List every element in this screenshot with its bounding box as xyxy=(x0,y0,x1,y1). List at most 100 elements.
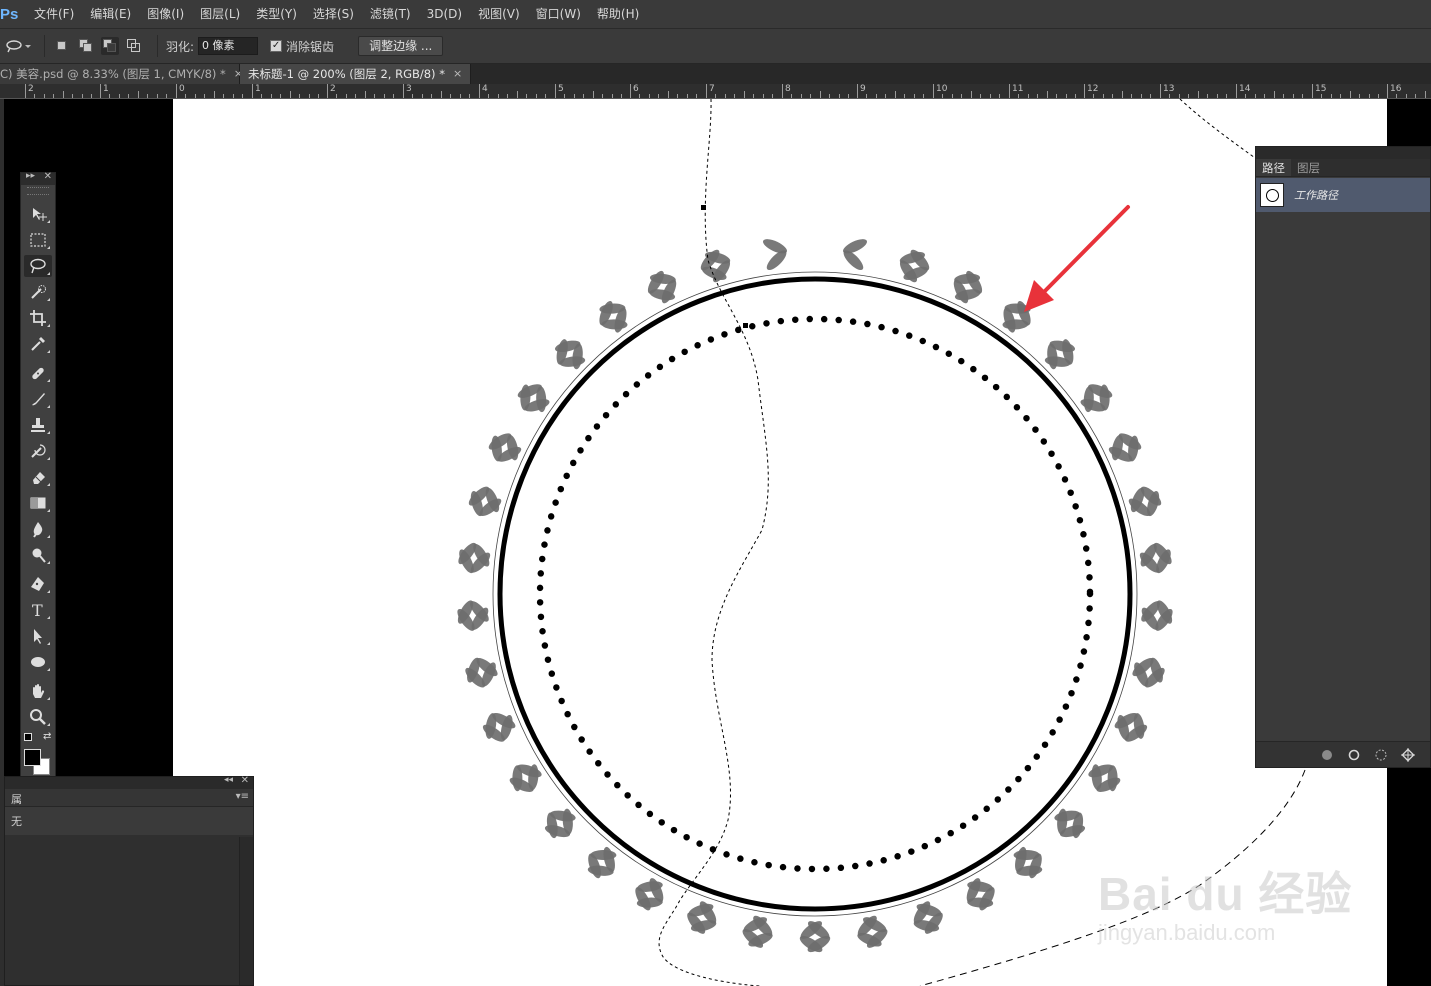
ruler-minor-tick xyxy=(1056,94,1057,98)
panel-header[interactable]: ◂◂ ✕ xyxy=(5,775,253,789)
pen-tool[interactable] xyxy=(24,573,52,595)
ruler-minor-tick xyxy=(1103,94,1104,98)
flyout-indicator xyxy=(47,668,50,671)
path-select-tool[interactable] xyxy=(24,625,52,647)
tab-properties[interactable]: 属 xyxy=(11,791,22,807)
foreground-color-swatch[interactable] xyxy=(24,749,41,766)
type-tool[interactable]: T xyxy=(24,599,52,621)
menu-item[interactable]: 图层(L) xyxy=(192,0,248,28)
healing-tool[interactable] xyxy=(24,362,52,384)
eyedropper-tool[interactable] xyxy=(24,333,52,355)
marquee-tool[interactable] xyxy=(24,229,52,251)
ruler-minor-tick xyxy=(687,94,688,98)
ruler-minor-tick xyxy=(271,94,272,98)
menu-item[interactable]: 编辑(E) xyxy=(82,0,139,28)
watermark: Bai du 经验 jingyan.baidu.com xyxy=(1098,858,1352,945)
stroke-path-icon[interactable] xyxy=(1346,747,1362,763)
doc-tab-2[interactable]: 未标题-1 @ 200% (图层 2, RGB/8) * × xyxy=(240,64,472,84)
fill-path-icon[interactable] xyxy=(1319,747,1335,763)
menu-item[interactable]: 滤镜(T) xyxy=(362,0,419,28)
ruler-label: 1 xyxy=(103,84,109,94)
lasso-tool[interactable] xyxy=(24,255,52,277)
ruler-label: 8 xyxy=(785,84,791,94)
ruler-minor-tick xyxy=(1293,94,1294,98)
panel-menu-icon[interactable]: ▾≡ xyxy=(236,791,249,802)
quick-select-tool[interactable] xyxy=(24,281,52,303)
stamp-tool[interactable] xyxy=(24,414,52,436)
eraser-tool[interactable] xyxy=(24,466,52,488)
menu-item[interactable]: 类型(Y) xyxy=(248,0,305,28)
toolbox-grip[interactable] xyxy=(27,187,49,195)
ruler-minor-tick xyxy=(214,91,215,98)
ruler-major-tick xyxy=(706,84,707,98)
hand-tool[interactable] xyxy=(24,680,52,702)
gradient-tool[interactable] xyxy=(24,492,52,514)
ruler-minor-tick xyxy=(82,94,83,98)
ruler-minor-tick xyxy=(763,94,764,98)
ruler-minor-tick xyxy=(942,94,943,98)
ruler-minor-tick xyxy=(914,94,915,98)
ruler-minor-tick xyxy=(885,94,886,98)
new-selection-button[interactable] xyxy=(53,37,71,55)
panel-header[interactable] xyxy=(1256,147,1430,159)
ellipse-tool[interactable] xyxy=(24,651,52,673)
crop-tool[interactable] xyxy=(24,307,52,329)
intersect-selection-button[interactable] xyxy=(125,37,143,55)
ruler-major-tick xyxy=(479,84,480,98)
ruler-minor-tick xyxy=(990,94,991,98)
close-icon[interactable]: ✕ xyxy=(241,775,249,786)
ruler-label: 12 xyxy=(1087,84,1099,94)
ruler-label: 2 xyxy=(330,84,336,94)
toolbox-header[interactable]: ▸▸ ✕ xyxy=(21,171,55,185)
ruler-minor-tick xyxy=(1198,91,1199,98)
doc-tab-1[interactable]: C) 美容.psd @ 8.33% (图层 1, CMYK/8) * × xyxy=(0,64,243,84)
ruler-major-tick xyxy=(327,84,328,98)
menu-item[interactable]: 窗口(W) xyxy=(528,0,589,28)
ruler-minor-tick xyxy=(147,94,148,98)
menu-item[interactable]: 文件(F) xyxy=(26,0,82,28)
ruler-minor-tick xyxy=(72,94,73,98)
ruler-minor-tick xyxy=(336,94,337,98)
ruler-minor-tick xyxy=(753,94,754,98)
menu-item[interactable]: 图像(I) xyxy=(139,0,192,28)
tool-preset-picker[interactable] xyxy=(0,31,36,61)
ruler-minor-tick xyxy=(166,94,167,98)
menu-item[interactable]: 选择(S) xyxy=(305,0,362,28)
feather-input[interactable]: 0 像素 xyxy=(198,37,259,55)
menu-item[interactable]: 3D(D) xyxy=(419,0,470,28)
antialias-checkbox[interactable]: ✓ 消除锯齿 xyxy=(270,38,334,55)
ruler-minor-tick xyxy=(952,94,953,98)
ruler-minor-tick xyxy=(138,91,139,98)
history-brush-tool[interactable] xyxy=(24,440,52,462)
path-name: 工作路径 xyxy=(1294,189,1338,202)
collapse-icon[interactable]: ◂◂ xyxy=(224,775,233,785)
load-selection-icon[interactable] xyxy=(1373,747,1389,763)
menu-item[interactable]: 帮助(H) xyxy=(589,0,647,28)
default-colors-icon[interactable] xyxy=(24,733,32,741)
brush-tool[interactable] xyxy=(24,388,52,410)
refine-edge-button[interactable]: 调整边缘 ... xyxy=(358,36,444,56)
blur-tool[interactable] xyxy=(24,518,52,540)
menu-item[interactable]: 视图(V) xyxy=(470,0,528,28)
options-bar: 羽化: 0 像素 ✓ 消除锯齿 调整边缘 ... xyxy=(0,28,1431,64)
swap-colors-icon[interactable]: ⇄ xyxy=(43,731,51,742)
subtract-selection-button[interactable] xyxy=(101,37,119,55)
tab-paths[interactable]: 路径 xyxy=(1256,159,1291,176)
svg-text:T: T xyxy=(32,601,43,619)
dodge-tool[interactable] xyxy=(24,544,52,566)
close-icon[interactable]: ✕ xyxy=(44,171,52,182)
collapse-icon[interactable]: ▸▸ xyxy=(26,171,35,181)
ruler-minor-tick xyxy=(299,94,300,98)
document-canvas[interactable] xyxy=(173,99,1387,986)
close-icon[interactable]: × xyxy=(453,64,462,84)
tab-layers[interactable]: 图层 xyxy=(1291,159,1326,176)
scrollbar[interactable] xyxy=(239,837,253,985)
add-selection-button[interactable] xyxy=(77,37,95,55)
move-tool[interactable] xyxy=(24,203,52,225)
path-row[interactable]: 工作路径 xyxy=(1256,178,1430,212)
ruler-minor-tick xyxy=(1369,94,1370,98)
make-work-path-icon[interactable] xyxy=(1400,747,1416,763)
lasso-icon xyxy=(30,258,46,274)
zoom-tool[interactable] xyxy=(24,706,52,728)
ruler-minor-tick xyxy=(810,94,811,98)
